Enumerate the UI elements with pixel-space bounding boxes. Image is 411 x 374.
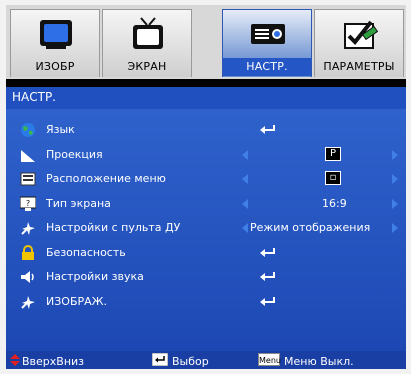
menu-item-label: ИЗОБРАЖ. — [46, 295, 107, 308]
enter-icon[interactable] — [260, 125, 276, 135]
image-settings-icon — [21, 296, 35, 309]
tab-options[interactable]: ПАРАМЕТРЫ — [314, 9, 404, 77]
right-arrow-icon[interactable] — [392, 199, 398, 209]
tab-label: ЭКРАН — [127, 60, 167, 73]
remote-settings-icon — [21, 222, 35, 235]
menu-item-menu-location[interactable]: Расположение меню ▫ — [6, 168, 406, 190]
tab-label: НАСТР. — [223, 58, 311, 76]
projection-value: P — [325, 147, 341, 161]
enter-icon[interactable] — [260, 272, 276, 282]
select-hint: Выбор — [172, 355, 209, 368]
monitor-icon — [40, 20, 72, 49]
screen-type-value: 16:9 — [322, 197, 347, 210]
projector-icon — [251, 24, 285, 44]
exit-hint: Меню Выкл. — [284, 355, 354, 368]
left-arrow-icon[interactable] — [242, 223, 248, 233]
globe-icon — [21, 123, 35, 137]
menu-item-label: Язык — [46, 123, 75, 136]
menu-item-label: Тип экрана — [46, 197, 111, 210]
section-title-bar: НАСТР. — [6, 87, 406, 109]
section-title: НАСТР. — [12, 90, 56, 104]
speaker-icon — [21, 271, 34, 283]
screen-type-icon: ? — [20, 196, 36, 211]
projection-icon — [21, 150, 35, 162]
enter-icon[interactable] — [260, 297, 276, 307]
tab-image[interactable]: ИЗОБР — [10, 9, 100, 77]
tab-bar: ИЗОБР ЭКРАН НАСТР. ПАРАМЕТРЫ — [6, 5, 406, 79]
tab-label: ПАРАМЕТРЫ — [323, 60, 395, 73]
lock-icon — [22, 245, 34, 260]
menu-item-label: Проекция — [46, 148, 103, 161]
enter-icon[interactable] — [260, 248, 276, 258]
menu-item-label: Настройки с пульта ДУ — [46, 221, 181, 234]
osd-menu: ИЗОБР ЭКРАН НАСТР. ПАРАМЕТРЫ НАСТР. Язык… — [6, 5, 406, 369]
enter-key-icon — [152, 353, 168, 366]
menu-item-remote-settings[interactable]: Настройки с пульта ДУ Режим отображения — [6, 217, 406, 239]
options-icon — [344, 20, 379, 49]
menu-item-audio-settings[interactable]: Настройки звука — [6, 266, 406, 288]
left-arrow-icon[interactable] — [242, 174, 248, 184]
right-arrow-icon[interactable] — [392, 150, 398, 160]
menu-item-screen-type[interactable]: ? Тип экрана 16:9 — [6, 193, 406, 215]
menu-location-icon — [20, 172, 36, 186]
menu-item-label: Безопасность — [46, 246, 126, 259]
nav-hint: ВверхВниз — [22, 355, 85, 368]
menu-item-projection[interactable]: Проекция P — [6, 144, 406, 166]
help-bar: ВверхВниз Выбор Menu Меню Выкл. — [6, 351, 406, 369]
up-down-arrow-icon — [10, 354, 20, 366]
tab-label: ИЗОБР — [35, 60, 75, 73]
left-arrow-icon[interactable] — [242, 199, 248, 209]
right-arrow-icon[interactable] — [392, 174, 398, 184]
right-arrow-icon[interactable] — [392, 223, 398, 233]
menu-key-icon: Menu — [258, 353, 281, 366]
tv-icon — [133, 17, 163, 49]
menu-item-language[interactable]: Язык — [6, 119, 406, 141]
menu-location-value: ▫ — [325, 171, 341, 185]
menu-item-image-settings[interactable]: ИЗОБРАЖ. — [6, 291, 406, 313]
tab-setup[interactable]: НАСТР. — [222, 9, 312, 77]
svg-text:?: ? — [26, 199, 30, 208]
menu-item-label: Настройки звука — [46, 270, 144, 283]
menu-item-label: Расположение меню — [46, 172, 166, 185]
left-arrow-icon[interactable] — [242, 150, 248, 160]
tab-screen[interactable]: ЭКРАН — [102, 9, 192, 77]
remote-settings-value: Режим отображения — [250, 221, 371, 234]
menu-item-security[interactable]: Безопасность — [6, 242, 406, 264]
settings-panel: Язык Проекция P Расположение меню ▫ ? Ти… — [6, 109, 406, 351]
